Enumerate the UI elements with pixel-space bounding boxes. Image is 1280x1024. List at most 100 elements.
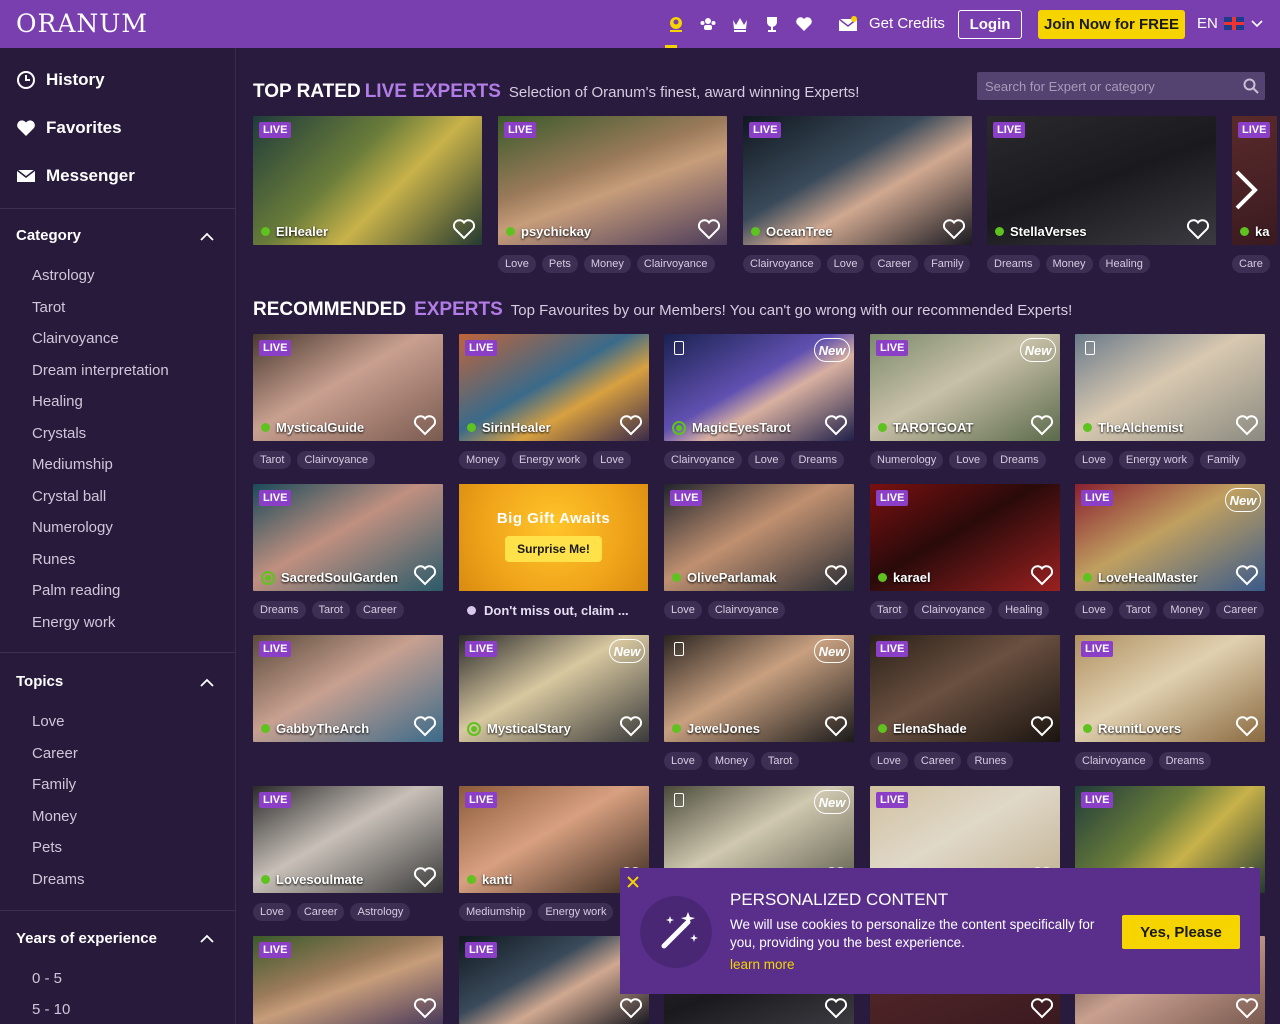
- expert-tag[interactable]: Love: [870, 752, 908, 770]
- favorite-heart-icon[interactable]: [824, 997, 848, 1019]
- accept-cookies-button[interactable]: Yes, Please: [1122, 915, 1240, 949]
- expert-name[interactable]: TAROTGOAT: [878, 420, 973, 435]
- favorite-heart-icon[interactable]: [619, 414, 643, 436]
- join-now-button[interactable]: Join Now for FREE: [1038, 10, 1185, 39]
- expert-tag[interactable]: Career: [1216, 601, 1264, 619]
- expert-name[interactable]: karael: [878, 570, 931, 585]
- favorite-heart-icon[interactable]: [824, 414, 848, 436]
- favorite-heart-icon[interactable]: [413, 866, 437, 888]
- expert-tag[interactable]: Clairvoyance: [743, 255, 821, 273]
- expert-tag[interactable]: Dreams: [791, 451, 844, 469]
- expert-tag[interactable]: Clairvoyance: [707, 601, 786, 619]
- expert-tag[interactable]: Clairvoyance: [636, 255, 715, 273]
- expert-tag[interactable]: Career: [913, 752, 962, 770]
- expert-thumbnail[interactable]: LIVE New TAROTGOAT: [870, 334, 1060, 441]
- expert-tag[interactable]: Clairvoyance: [1075, 752, 1153, 770]
- favorite-heart-icon[interactable]: [619, 715, 643, 737]
- topic-item[interactable]: Dreams: [32, 871, 85, 888]
- expert-tag[interactable]: Career: [296, 903, 345, 921]
- expert-tag[interactable]: Love: [498, 255, 536, 273]
- expert-tag[interactable]: Money: [459, 451, 507, 469]
- expert-thumbnail[interactable]: LIVE ElenaShade: [870, 635, 1060, 742]
- expert-thumbnail[interactable]: New MagicEyesTarot: [664, 334, 854, 441]
- category-item[interactable]: Crystal ball: [32, 488, 106, 505]
- carousel-next-arrow-icon[interactable]: [1229, 166, 1265, 214]
- expert-thumbnail[interactable]: LIVE OliveParlamak: [664, 484, 854, 591]
- expert-tag[interactable]: Money: [1045, 255, 1093, 273]
- expert-tag[interactable]: Tarot: [760, 752, 800, 770]
- expert-name[interactable]: ElHealer: [261, 224, 328, 239]
- category-item[interactable]: Healing: [32, 393, 83, 410]
- expert-name[interactable]: ReunitLovers: [1083, 721, 1181, 736]
- trophy-nav-icon[interactable]: [756, 0, 788, 48]
- expert-tag[interactable]: Tarot: [1118, 601, 1158, 619]
- search-icon[interactable]: [1243, 78, 1259, 94]
- topics-title[interactable]: Topics: [16, 673, 63, 690]
- favorite-heart-icon[interactable]: [1030, 564, 1054, 586]
- expert-thumbnail[interactable]: LIVE New MysticalStary: [459, 635, 649, 742]
- expert-tag[interactable]: Career: [870, 255, 919, 273]
- expert-tag[interactable]: Family: [1200, 451, 1247, 469]
- topic-item[interactable]: Pets: [32, 839, 62, 856]
- expert-tag[interactable]: Energy work: [512, 451, 588, 469]
- category-item[interactable]: Runes: [32, 551, 75, 568]
- years-item[interactable]: 5 - 10: [32, 1001, 70, 1018]
- category-title[interactable]: Category: [16, 227, 81, 244]
- expert-thumbnail[interactable]: LIVE GabbyTheArch: [253, 635, 443, 742]
- chevron-up-icon[interactable]: [200, 932, 214, 946]
- close-icon[interactable]: [626, 875, 640, 889]
- expert-thumbnail[interactable]: LIVE ElHealer: [253, 116, 482, 245]
- favorite-heart-icon[interactable]: [1235, 997, 1259, 1019]
- expert-name[interactable]: GabbyTheArch: [261, 721, 369, 736]
- mail-nav-icon[interactable]: [832, 0, 864, 48]
- expert-tag[interactable]: Astrology: [350, 903, 411, 921]
- category-item[interactable]: Dream interpretation: [32, 362, 169, 379]
- group-nav-icon[interactable]: [692, 0, 724, 48]
- expert-thumbnail[interactable]: LIVE psychickay: [498, 116, 727, 245]
- favorite-heart-icon[interactable]: [1186, 218, 1210, 240]
- expert-tag[interactable]: Love: [747, 451, 786, 469]
- heart-nav-icon[interactable]: [788, 0, 820, 48]
- expert-tag[interactable]: Love: [664, 601, 702, 619]
- expert-tag[interactable]: Energy work: [538, 903, 614, 921]
- category-item[interactable]: Tarot: [32, 299, 65, 316]
- expert-tag[interactable]: Tarot: [311, 601, 350, 619]
- expert-tag[interactable]: Dreams: [993, 451, 1046, 469]
- sidebar-messenger-link[interactable]: Messenger: [16, 161, 135, 191]
- favorite-heart-icon[interactable]: [413, 997, 437, 1019]
- expert-tag[interactable]: Tarot: [253, 451, 292, 469]
- chevron-up-icon[interactable]: [200, 230, 214, 244]
- expert-tag[interactable]: Family: [924, 255, 971, 273]
- topic-item[interactable]: Career: [32, 745, 78, 762]
- favorite-heart-icon[interactable]: [1235, 564, 1259, 586]
- expert-tag[interactable]: Tarot: [870, 601, 909, 619]
- years-item[interactable]: 0 - 5: [32, 970, 62, 987]
- expert-thumbnail[interactable]: LIVE Lovesoulmate: [253, 786, 443, 893]
- category-item[interactable]: Crystals: [32, 425, 86, 442]
- big-gift-promo-card[interactable]: Big Gift Awaits Surprise Me!: [459, 484, 648, 591]
- expert-tag[interactable]: Healing: [1098, 255, 1150, 273]
- category-item[interactable]: Astrology: [32, 267, 95, 284]
- category-item[interactable]: Mediumship: [32, 456, 113, 473]
- oranum-logo[interactable]: ORANUM: [16, 9, 148, 38]
- crown-nav-icon[interactable]: [724, 0, 756, 48]
- category-item[interactable]: Numerology: [32, 519, 113, 536]
- favorite-heart-icon[interactable]: [413, 414, 437, 436]
- expert-name[interactable]: OliveParlamak: [672, 570, 777, 585]
- favorite-heart-icon[interactable]: [1030, 715, 1054, 737]
- expert-name[interactable]: JewelJones: [672, 721, 760, 736]
- language-selector[interactable]: EN: [1197, 15, 1264, 32]
- expert-thumbnail[interactable]: LIVE SacredSoulGarden: [253, 484, 443, 591]
- expert-tag[interactable]: Love: [949, 451, 988, 469]
- expert-thumbnail[interactable]: LIVE StellaVerses: [987, 116, 1216, 245]
- expert-tag[interactable]: Clairvoyance: [914, 601, 993, 619]
- expert-thumbnail[interactable]: LIVE OceanTree: [743, 116, 972, 245]
- favorite-heart-icon[interactable]: [413, 564, 437, 586]
- favorite-heart-icon[interactable]: [824, 564, 848, 586]
- favorite-heart-icon[interactable]: [1235, 414, 1259, 436]
- learn-more-link[interactable]: learn more: [730, 957, 795, 972]
- expert-tag[interactable]: Money: [583, 255, 631, 273]
- expert-tag[interactable]: Career: [355, 601, 404, 619]
- favorite-heart-icon[interactable]: [413, 715, 437, 737]
- expert-tag[interactable]: Clairvoyance: [664, 451, 742, 469]
